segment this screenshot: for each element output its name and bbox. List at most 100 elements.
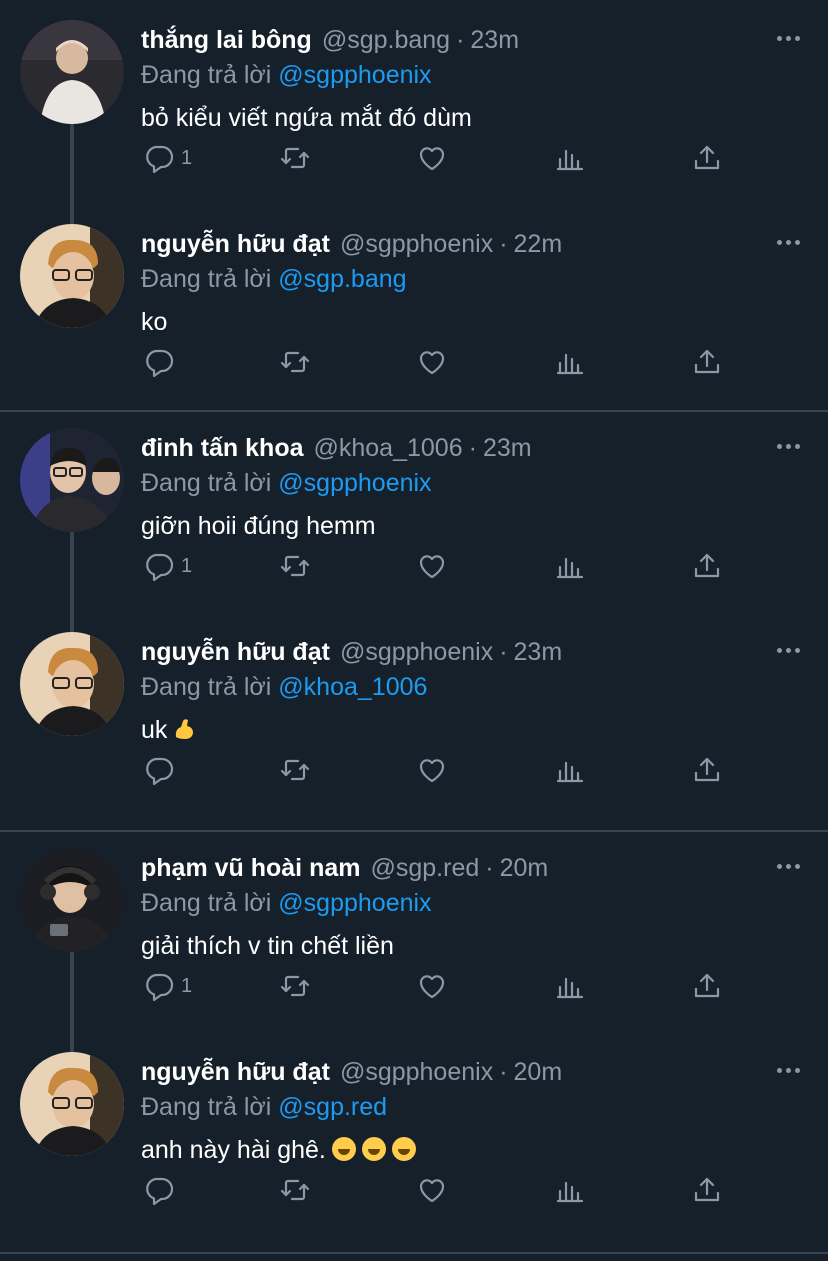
reply-icon	[146, 1177, 174, 1206]
tweet-text: bỏ kiểu viết ngứa mắt đó dùm	[141, 104, 472, 132]
reply-button[interactable]: 1	[143, 138, 192, 178]
action-bar: 1	[0, 138, 828, 178]
timestamp[interactable]: 20m	[514, 1058, 563, 1086]
like-button[interactable]	[416, 1170, 448, 1210]
username[interactable]: @sgp.bang	[322, 26, 450, 54]
timestamp[interactable]: 20m	[500, 854, 549, 882]
mention-link[interactable]: @sgp.red	[278, 1093, 387, 1121]
views-button[interactable]	[554, 966, 586, 1006]
timestamp[interactable]: 23m	[483, 434, 532, 462]
more-icon[interactable]	[777, 36, 800, 41]
mention-link[interactable]: @khoa_1006	[278, 673, 427, 701]
share-button[interactable]	[691, 138, 723, 178]
avatar[interactable]	[20, 848, 124, 952]
replying-to: Đang trả lời @sgpphoenix	[141, 58, 432, 92]
tweet[interactable]: nguyễn hữu đạt @sgpphoenix · 23m Đang trả l…	[0, 612, 828, 816]
retweet-button[interactable]	[279, 546, 311, 586]
username[interactable]: @sgpphoenix	[340, 1058, 493, 1086]
views-button[interactable]	[554, 546, 586, 586]
reply-count: 1	[181, 146, 193, 169]
retweet-button[interactable]	[279, 342, 311, 382]
retweet-button[interactable]	[279, 750, 311, 790]
separator-dot: ·	[456, 26, 465, 54]
share-button[interactable]	[691, 966, 723, 1006]
avatar[interactable]	[20, 20, 124, 124]
avatar[interactable]	[20, 224, 124, 328]
timestamp[interactable]: 23m	[470, 26, 519, 54]
like-button[interactable]	[416, 342, 448, 382]
tweet-header: phạm vũ hoài nam @sgp.red · 20m	[141, 850, 548, 886]
avatar[interactable]	[20, 632, 124, 736]
more-icon[interactable]	[777, 240, 800, 245]
reply-button[interactable]: 1	[143, 546, 192, 586]
reply-button[interactable]: 1	[143, 966, 192, 1006]
replying-to: Đang trả lời @sgp.red	[141, 1090, 387, 1124]
share-icon	[694, 553, 720, 578]
tweet[interactable]: nguyễn hữu đạt @sgpphoenix · 22m Đang trả l…	[0, 204, 828, 408]
rofl-emoji	[391, 1137, 416, 1161]
tweet-text: giải thích v tin chết liền	[141, 932, 394, 960]
reply-button[interactable]	[143, 750, 181, 790]
replying-to-label: Đang trả lời	[141, 469, 272, 497]
separator-dot: ·	[485, 854, 494, 882]
tweet[interactable]: phạm vũ hoài nam @sgp.red · 20m Đang trả lờ…	[0, 828, 828, 1054]
conversation-feed: thắng lai bông @sgp.bang · 23m Đang trả lời…	[0, 0, 828, 1261]
more-icon[interactable]	[777, 864, 800, 869]
like-button[interactable]	[416, 546, 448, 586]
username[interactable]: @sgpphoenix	[340, 638, 493, 666]
username[interactable]: @sgpphoenix	[340, 230, 493, 258]
reply-button[interactable]	[143, 342, 181, 382]
username[interactable]: @sgp.red	[370, 854, 479, 882]
like-icon	[419, 147, 445, 171]
mention-link[interactable]: @sgpphoenix	[278, 469, 431, 497]
more-icon[interactable]	[777, 1068, 800, 1073]
share-button[interactable]	[691, 546, 723, 586]
tweet[interactable]: đinh tấn khoa @khoa_1006 · 23m Đang trả lời…	[0, 408, 828, 634]
reply-icon	[146, 553, 174, 582]
mention-link[interactable]: @sgpphoenix	[278, 61, 431, 89]
more-icon[interactable]	[777, 648, 800, 653]
tweet[interactable]: nguyễn hữu đạt @sgpphoenix · 20m Đang trả l…	[0, 1032, 828, 1236]
views-button[interactable]	[554, 138, 586, 178]
display-name[interactable]: nguyễn hữu đạt	[141, 1058, 330, 1086]
views-icon	[556, 353, 584, 375]
like-button[interactable]	[416, 966, 448, 1006]
share-icon	[694, 349, 720, 374]
views-button[interactable]	[554, 1170, 586, 1210]
views-icon	[556, 761, 584, 783]
retweet-button[interactable]	[279, 1170, 311, 1210]
views-button[interactable]	[554, 342, 586, 382]
tweet[interactable]: thắng lai bông @sgp.bang · 23m Đang trả lời…	[0, 0, 828, 226]
display-name[interactable]: nguyễn hữu đạt	[141, 638, 330, 666]
display-name[interactable]: phạm vũ hoài nam	[141, 854, 360, 882]
like-button[interactable]	[416, 750, 448, 790]
retweet-button[interactable]	[279, 966, 311, 1006]
timestamp[interactable]: 23m	[514, 638, 563, 666]
username[interactable]: @khoa_1006	[314, 434, 463, 462]
tweet-header: thắng lai bông @sgp.bang · 23m	[141, 22, 519, 58]
retweet-icon	[280, 147, 310, 169]
share-icon	[694, 1177, 720, 1202]
display-name[interactable]: nguyễn hữu đạt	[141, 230, 330, 258]
avatar[interactable]	[20, 1052, 124, 1156]
replying-to-label: Đang trả lời	[141, 61, 272, 89]
mention-link[interactable]: @sgp.bang	[278, 265, 406, 293]
views-icon	[556, 977, 584, 999]
tweet-text: giỡn hoii đúng hemm	[141, 512, 376, 540]
avatar[interactable]	[20, 428, 124, 532]
share-button[interactable]	[691, 1170, 723, 1210]
retweet-button[interactable]	[279, 138, 311, 178]
reply-button[interactable]	[143, 1170, 181, 1210]
display-name[interactable]: thắng lai bông	[141, 26, 312, 54]
mention-link[interactable]: @sgpphoenix	[278, 889, 431, 917]
share-button[interactable]	[691, 342, 723, 382]
like-button[interactable]	[416, 138, 448, 178]
like-icon	[419, 975, 445, 999]
separator-dot: ·	[499, 1058, 508, 1086]
views-button[interactable]	[554, 750, 586, 790]
more-icon[interactable]	[777, 444, 800, 449]
timestamp[interactable]: 22m	[514, 230, 563, 258]
share-button[interactable]	[691, 750, 723, 790]
display-name[interactable]: đinh tấn khoa	[141, 434, 304, 462]
retweet-icon	[280, 975, 310, 997]
